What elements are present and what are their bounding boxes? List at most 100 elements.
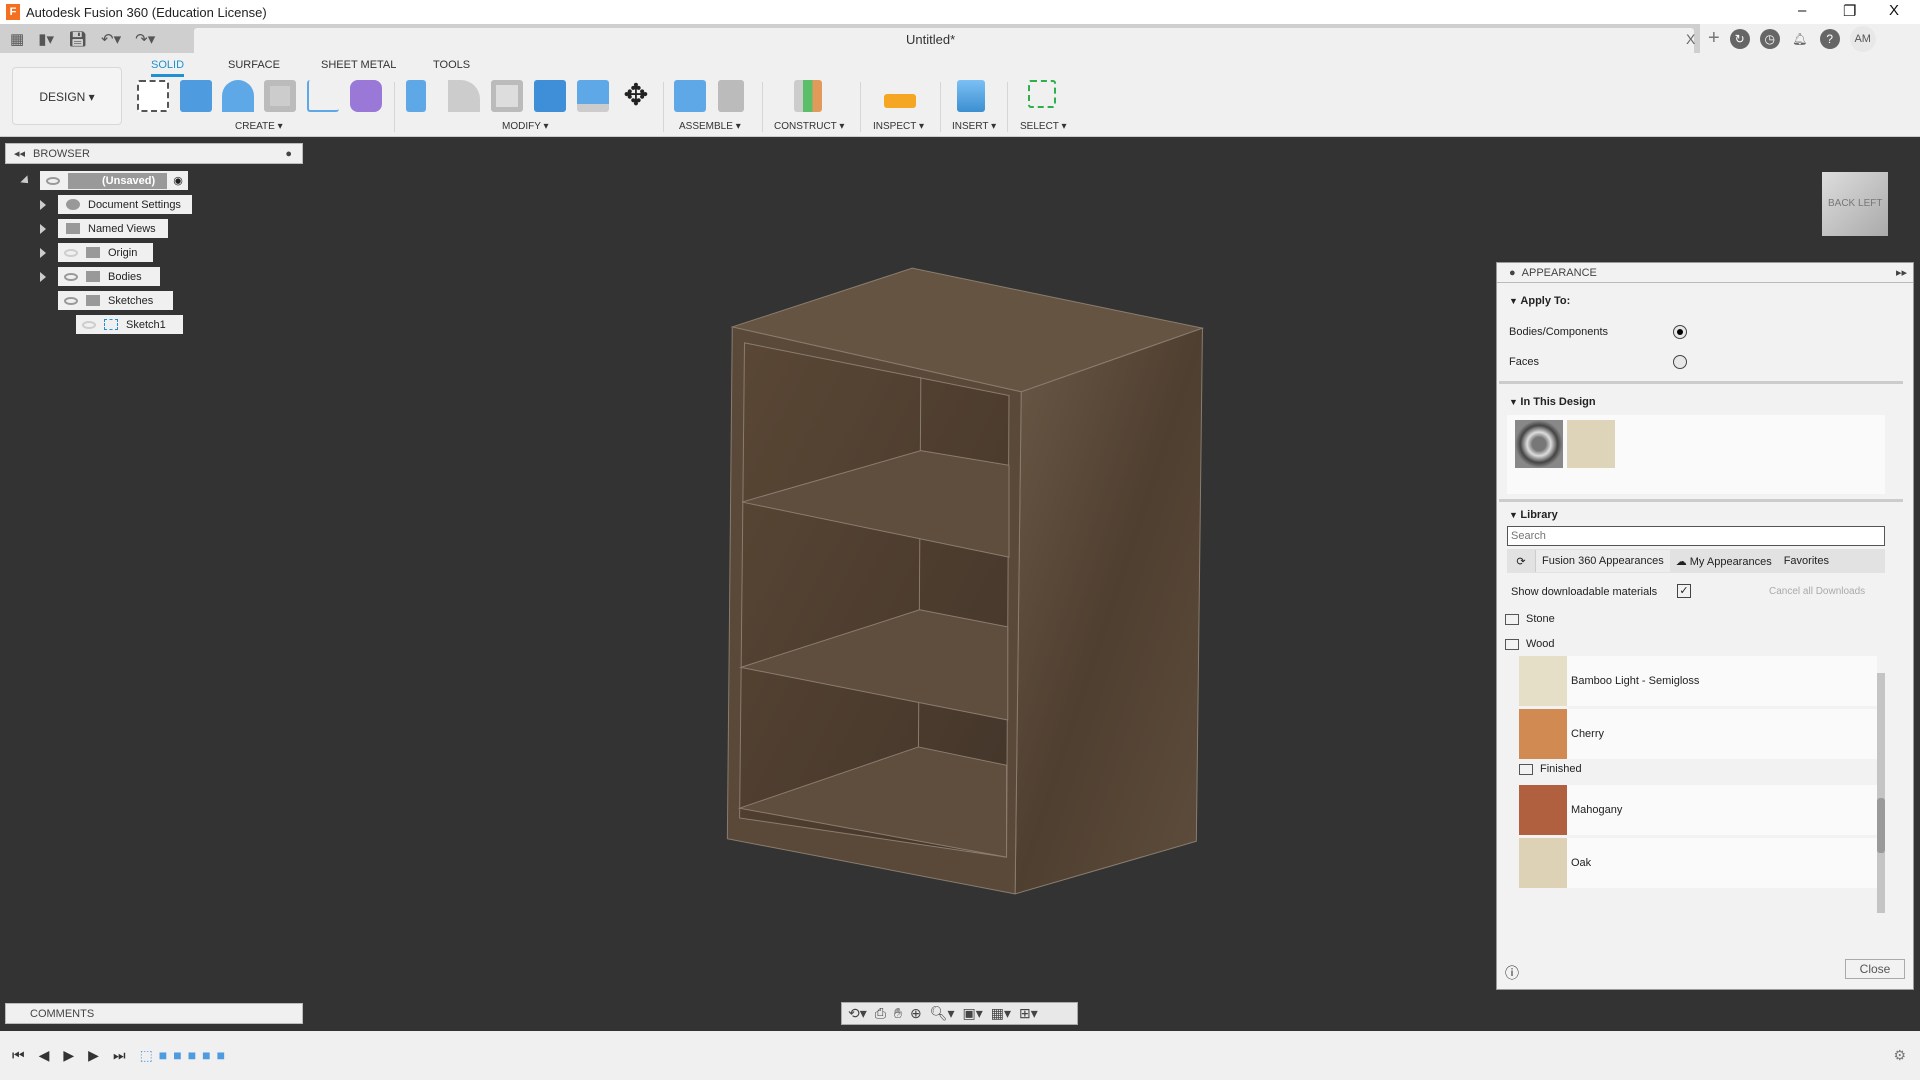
expand-panel-icon[interactable]: ▸▸	[1896, 266, 1907, 279]
fit-icon[interactable]: 🔍︎▾	[930, 1005, 955, 1022]
faces-label: Faces	[1509, 356, 1539, 368]
node-label: Document Settings	[88, 198, 181, 211]
cancel-downloads-link[interactable]: Cancel all Downloads	[1769, 586, 1865, 597]
folder-label: Wood	[1526, 638, 1555, 650]
play-icon[interactable]: ▶	[63, 1047, 74, 1064]
navigation-bar: ⟲▾ ⎙ ✋︎ ⊕ 🔍︎▾ ▣▾ ▦▾ ⊞▾	[841, 1002, 1078, 1025]
tab-fusion-appearances[interactable]: Fusion 360 Appearances	[1535, 550, 1670, 572]
timeline: ⏮ ◀ ▶ ▶ ⏭ ⬚■■■■■ ⚙	[0, 1031, 1920, 1080]
comments-title: COMMENTS	[30, 1008, 95, 1020]
step-back-icon[interactable]: ◀	[39, 1047, 50, 1064]
faces-radio[interactable]	[1673, 355, 1687, 369]
appearance-panel: ● APPEARANCE ▸▸ Apply To: Bodies/Component…	[1496, 262, 1914, 990]
tab-favorites[interactable]: Favorites	[1778, 550, 1835, 572]
material-swatch	[1519, 656, 1567, 706]
expand-arrow[interactable]	[40, 272, 46, 282]
gear-icon	[66, 199, 80, 210]
browser-node-named-views[interactable]: Named Views	[58, 219, 168, 238]
info-icon[interactable]: ⓘ	[1505, 963, 1519, 983]
expand-arrow[interactable]	[40, 224, 46, 234]
material-name: Oak	[1571, 857, 1592, 869]
hidden-icon[interactable]	[64, 248, 78, 257]
cabinet-right-side	[1014, 327, 1203, 895]
show-downloadable-checkbox[interactable]: ✓	[1677, 584, 1691, 598]
look-at-icon[interactable]: ⎙	[875, 1005, 886, 1022]
folder-icon	[1519, 763, 1533, 775]
browser-node-origin[interactable]: Origin	[58, 243, 153, 262]
folder-icon	[1505, 638, 1519, 650]
bodies-label: Bodies/Components	[1509, 326, 1609, 338]
comments-panel[interactable]: COMMENTS	[5, 1003, 303, 1024]
display-settings-icon[interactable]: ▣▾	[963, 1005, 983, 1022]
viewports-icon[interactable]: ⊞▾	[1019, 1005, 1038, 1022]
panel-header: ● APPEARANCE ▸▸	[1497, 263, 1913, 283]
folder-label: Stone	[1526, 613, 1555, 625]
expand-arrow[interactable]	[40, 200, 46, 210]
viewcube-back: BACK	[1828, 198, 1856, 209]
visibility-icon[interactable]	[64, 272, 78, 281]
material-item[interactable]: Mahogany	[1519, 785, 1877, 835]
hidden-icon[interactable]	[82, 320, 96, 329]
library-scrollbar[interactable]	[1877, 673, 1885, 913]
orbit-icon[interactable]: ⟲▾	[848, 1005, 867, 1022]
collapse-icon[interactable]: ◂◂	[14, 147, 25, 160]
show-downloadable-label: Show downloadable materials	[1511, 586, 1658, 598]
zoom-icon[interactable]: ⊕	[910, 1005, 922, 1022]
library-heading[interactable]: Library	[1509, 509, 1557, 521]
pan-icon[interactable]: ✋︎	[894, 1005, 902, 1022]
tab-label: My Appearances	[1689, 555, 1772, 568]
timeline-features[interactable]: ⬚■■■■■	[140, 1047, 232, 1064]
scrollbar-thumb[interactable]	[1877, 798, 1885, 853]
folder-stone[interactable]: Stone	[1505, 613, 1555, 625]
folder-finished[interactable]: Finished	[1519, 763, 1582, 775]
folder-icon	[86, 271, 100, 282]
node-label: Sketch1	[126, 318, 166, 331]
step-forward-icon[interactable]: ▶	[88, 1047, 99, 1064]
material-item[interactable]: Bamboo Light - Semigloss	[1519, 656, 1877, 706]
browser-title: BROWSER	[33, 147, 90, 160]
activate-icon[interactable]: ◉	[173, 174, 183, 187]
divider	[1499, 499, 1903, 502]
refresh-icon[interactable]: ⟳	[1507, 555, 1535, 568]
browser-panel-header[interactable]: ◂◂ BROWSER ●	[5, 143, 303, 164]
divider	[1499, 381, 1903, 384]
library-search-input[interactable]	[1507, 526, 1885, 546]
folder-wood[interactable]: Wood	[1505, 638, 1555, 650]
bodies-radio[interactable]	[1673, 325, 1687, 339]
close-button[interactable]: Close	[1845, 959, 1905, 979]
visibility-icon[interactable]	[64, 296, 78, 305]
browser-root-node[interactable]: (Unsaved) ◉	[40, 171, 188, 190]
settings-gear-icon[interactable]: ⚙	[1893, 1047, 1906, 1064]
browser-node-sketch1[interactable]: Sketch1	[76, 315, 183, 334]
wood-appearance-thumb[interactable]	[1567, 420, 1615, 468]
node-label: Bodies	[108, 270, 142, 283]
browser-node-bodies[interactable]: Bodies	[58, 267, 160, 286]
node-label: Sketches	[108, 294, 154, 307]
browser-node-sketches[interactable]: Sketches	[58, 291, 173, 310]
sketch-icon	[104, 319, 118, 330]
expand-arrow[interactable]	[40, 248, 46, 258]
material-name: Mahogany	[1571, 804, 1623, 816]
folder-icon	[86, 247, 100, 258]
panel-title: APPEARANCE	[1521, 266, 1597, 279]
go-to-end-icon[interactable]: ⏭	[113, 1047, 126, 1064]
node-label: Named Views	[88, 222, 156, 235]
visibility-icon[interactable]	[46, 176, 60, 185]
apply-to-heading[interactable]: Apply To:	[1509, 295, 1570, 307]
viewcube[interactable]: BACK LEFT	[1822, 172, 1888, 236]
material-item[interactable]: Cherry	[1519, 709, 1877, 759]
node-label: (Unsaved)	[68, 172, 168, 189]
node-label: Origin	[108, 246, 138, 259]
go-to-start-icon[interactable]: ⏮	[12, 1047, 25, 1064]
pin-icon[interactable]: ●	[285, 148, 292, 160]
material-item[interactable]: Oak	[1519, 838, 1877, 888]
pin-icon[interactable]: ●	[1509, 267, 1516, 279]
in-design-area	[1507, 415, 1885, 494]
library-tabs: ⟳ Fusion 360 Appearances ☁ My Appearance…	[1507, 549, 1885, 573]
chrome-appearance-thumb[interactable]	[1515, 420, 1563, 468]
in-design-heading[interactable]: In This Design	[1509, 396, 1595, 408]
browser-node-document-settings[interactable]: Document Settings	[58, 195, 192, 214]
tab-my-appearances[interactable]: ☁ My Appearances	[1670, 550, 1778, 573]
folder-label: Finished	[1540, 763, 1582, 775]
grid-icon[interactable]: ▦▾	[991, 1005, 1011, 1022]
